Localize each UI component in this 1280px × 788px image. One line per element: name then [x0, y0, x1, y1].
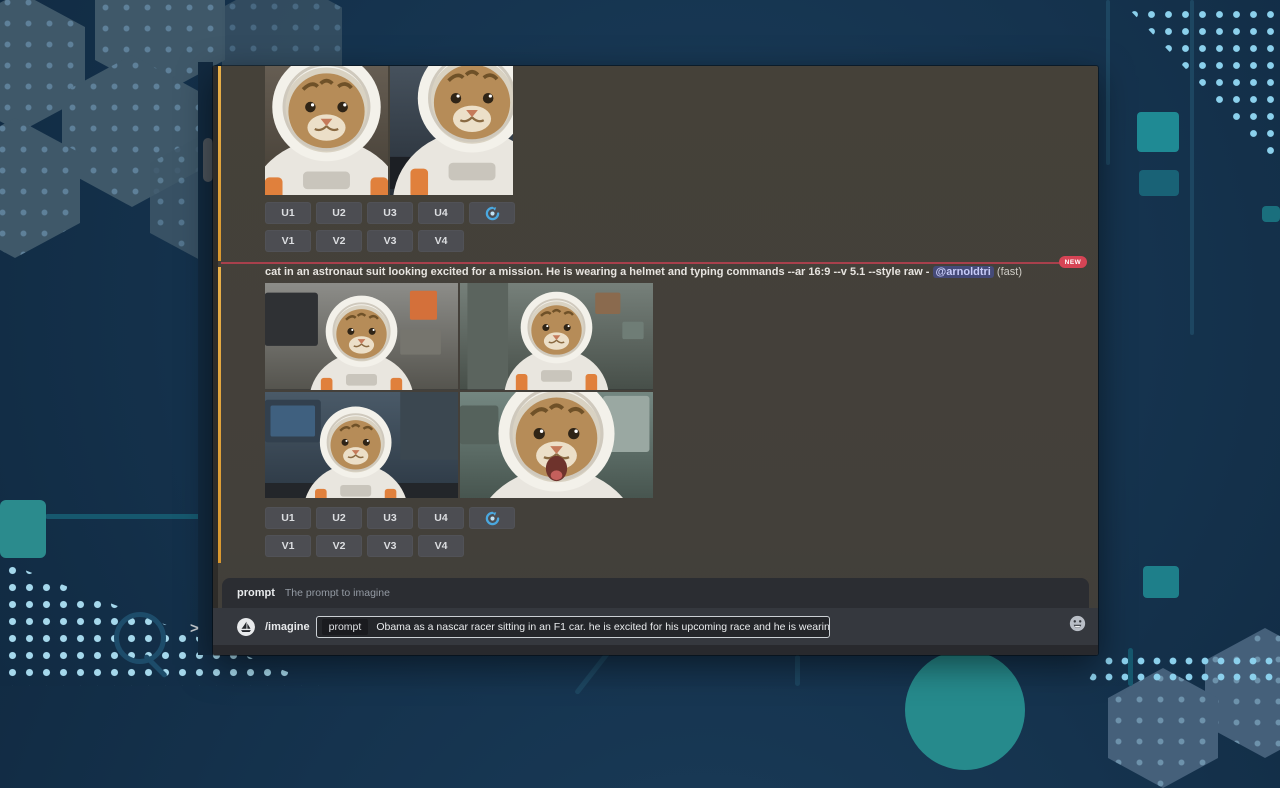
hexagon-tile	[1108, 668, 1218, 788]
upscale-button-u1[interactable]: U1	[265, 507, 311, 529]
slash-command-autocomplete[interactable]: prompt The prompt to imagine	[222, 578, 1089, 608]
prompt-message-text: cat in an astronaut suit looking excited…	[265, 266, 1065, 278]
autocomplete-option-description: The prompt to imagine	[285, 587, 390, 599]
scrollbar-thumb[interactable]	[203, 138, 213, 182]
generated-image[interactable]	[460, 283, 653, 390]
teal-square	[1139, 170, 1179, 196]
midjourney-image-grid-partial[interactable]	[265, 66, 513, 195]
generated-image[interactable]	[265, 283, 458, 390]
teal-square	[1137, 112, 1179, 152]
circuit-line	[1190, 0, 1194, 335]
teal-square	[1262, 206, 1280, 222]
fast-mode-label: (fast)	[997, 266, 1022, 278]
emoji-picker-button[interactable]	[1069, 615, 1086, 632]
upscale-button-u2[interactable]: U2	[316, 202, 362, 224]
circular-arrows-icon	[485, 206, 500, 221]
variation-button-v3[interactable]: V3	[367, 535, 413, 557]
new-messages-divider	[221, 262, 1071, 264]
autocomplete-option-name: prompt	[237, 587, 275, 599]
generated-image[interactable]	[265, 392, 458, 499]
magnifying-glass-icon	[114, 612, 166, 664]
prompt-option-chip: prompt	[322, 619, 369, 635]
teal-square	[1143, 566, 1179, 598]
generated-image[interactable]	[460, 392, 653, 499]
reroll-button[interactable]	[469, 507, 515, 529]
variation-button-v1[interactable]: V1	[265, 230, 311, 252]
upscale-button-u4[interactable]: U4	[418, 507, 464, 529]
teal-circle	[905, 650, 1025, 770]
upscale-button-u3[interactable]: U3	[367, 202, 413, 224]
midjourney-image-grid[interactable]	[265, 283, 653, 498]
mention-accent-bar	[218, 267, 221, 563]
imagine-command-label: /imagine	[265, 621, 310, 633]
prompt-option-input[interactable]: prompt Obama as a nascar racer sitting i…	[316, 616, 830, 638]
circuit-line	[1106, 0, 1110, 165]
circular-arrows-icon	[485, 511, 500, 526]
window-footer-strip	[213, 645, 1098, 655]
variation-button-v2[interactable]: V2	[316, 535, 362, 557]
variation-button-v2[interactable]: V2	[316, 230, 362, 252]
message-input-bar: /imagine prompt Obama as a nascar racer …	[213, 608, 1098, 645]
circuit-line	[795, 655, 800, 686]
prompt-text: cat in an astronaut suit looking excited…	[265, 266, 929, 278]
upscale-button-u3[interactable]: U3	[367, 507, 413, 529]
midjourney-avatar-icon	[237, 618, 255, 636]
upscale-button-u4[interactable]: U4	[418, 202, 464, 224]
circuit-line-teal	[1128, 648, 1133, 686]
variation-button-v1[interactable]: V1	[265, 535, 311, 557]
upscale-button-u2[interactable]: U2	[316, 507, 362, 529]
upscale-button-u1[interactable]: U1	[265, 202, 311, 224]
variation-button-v4[interactable]: V4	[418, 535, 464, 557]
generated-image[interactable]	[390, 66, 513, 195]
user-mention[interactable]: @arnoldtri	[933, 266, 994, 278]
dot-grid-bottom-strip	[1085, 653, 1280, 686]
mention-accent-bar	[218, 66, 221, 261]
variation-button-v4[interactable]: V4	[418, 230, 464, 252]
reroll-button[interactable]	[469, 202, 515, 224]
chevron-right-icon[interactable]: >	[190, 620, 199, 637]
variation-button-v3[interactable]: V3	[367, 230, 413, 252]
generated-image[interactable]	[265, 66, 388, 195]
discord-window: U1 U2 U3 U4 V1 V2 V3 V4 NEW cat in an as…	[213, 66, 1098, 655]
teal-square	[0, 500, 46, 558]
prompt-input-value: Obama as a nascar racer sitting in an F1…	[376, 621, 829, 633]
